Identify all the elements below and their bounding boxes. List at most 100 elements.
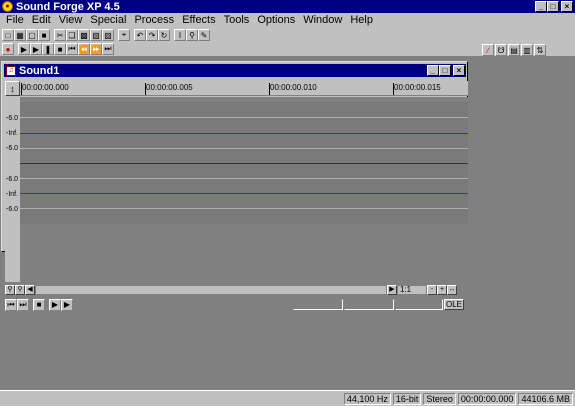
menu-view[interactable]: View bbox=[55, 14, 87, 26]
level-scale: -6.0 -Inf. -6.0 -6.0 -Inf. -6.0 bbox=[5, 97, 20, 282]
ruler-cursor-icon[interactable]: ↕ bbox=[5, 81, 20, 96]
edit-tool-icon[interactable]: I bbox=[174, 29, 186, 41]
zoom-ratio: 1:1 bbox=[397, 285, 427, 295]
doc-maximize-button[interactable]: □ bbox=[439, 65, 451, 76]
doc-close-button[interactable]: × bbox=[453, 65, 465, 76]
standard-toolbar: □ ▦ ▢ ■ ✂ ❏ ▩ ▧ ▨ ⌖ ↶ ↷ ↻ I ⚲ ✎ bbox=[2, 28, 210, 42]
menu-file[interactable]: File bbox=[2, 14, 28, 26]
go-to-end-icon[interactable]: ⏭ bbox=[102, 43, 114, 55]
mixer-view-icon[interactable]: ▥ bbox=[521, 44, 533, 56]
menu-effects[interactable]: Effects bbox=[178, 14, 219, 26]
horizontal-scroll-area: ⚲ ⚲ ◀ ▶ 1:1 - + ↔ bbox=[5, 285, 468, 295]
minimize-button[interactable]: _ bbox=[535, 1, 547, 12]
window-go-to-start-icon[interactable]: ⏮ bbox=[5, 298, 17, 311]
menu-process[interactable]: Process bbox=[130, 14, 178, 26]
menu-tools[interactable]: Tools bbox=[220, 14, 254, 26]
forward-icon[interactable]: ⏩ bbox=[90, 43, 102, 55]
app-title: Sound Forge XP 4.5 bbox=[16, 0, 120, 13]
app-logo-icon: ● bbox=[2, 1, 13, 12]
window-go-to-end-icon[interactable]: ⏭ bbox=[17, 298, 29, 311]
restore-button[interactable]: □ bbox=[547, 1, 559, 12]
blank-doc-icon[interactable]: ▢ bbox=[26, 29, 38, 41]
mix-icon[interactable]: ▧ bbox=[90, 29, 102, 41]
window-play-icon[interactable]: ▶ bbox=[49, 298, 61, 311]
pencil-tool-icon[interactable]: ✎ bbox=[198, 29, 210, 41]
marker-view-icon[interactable]: ⇅ bbox=[534, 44, 546, 56]
menu-help[interactable]: Help bbox=[346, 14, 377, 26]
gridline bbox=[20, 117, 468, 118]
transport-toolbar: ● ▶ ▶ ❚ ■ ⏮ ⏪ ⏩ ⏭ bbox=[2, 42, 114, 56]
crop-icon[interactable]: ⌖ bbox=[118, 29, 130, 41]
close-button[interactable]: × bbox=[561, 1, 573, 12]
sound-window-titlebar[interactable]: ♫ Sound1 _ □ × bbox=[4, 64, 466, 77]
window-transport: ⏮ ⏭ ■ ▶ ▶ OLE bbox=[5, 298, 467, 311]
paste-icon[interactable]: ▩ bbox=[78, 29, 90, 41]
scroll-left-icon[interactable]: ◀ bbox=[25, 285, 35, 295]
scale-label: -6.0 bbox=[6, 176, 19, 183]
menu-special[interactable]: Special bbox=[86, 14, 130, 26]
status-bar: 44,100 Hz 16-bit Stereo 00:00:00.000 441… bbox=[0, 390, 575, 406]
left-channel[interactable] bbox=[20, 102, 468, 162]
cut-icon[interactable]: ✂ bbox=[54, 29, 66, 41]
sound-file-icon: ♫ bbox=[6, 65, 16, 76]
selection-length-field bbox=[395, 299, 443, 310]
zoom-full-icon[interactable]: ↔ bbox=[447, 285, 457, 295]
right-channel[interactable] bbox=[20, 164, 468, 224]
repeat-icon[interactable]: ↻ bbox=[158, 29, 170, 41]
save-disk-icon[interactable]: ■ bbox=[38, 29, 50, 41]
gridline bbox=[20, 208, 468, 209]
ruler-label: 00:00:00.010 bbox=[269, 83, 317, 95]
stop-icon[interactable]: ■ bbox=[54, 43, 66, 55]
undo-icon[interactable]: ↶ bbox=[134, 29, 146, 41]
scale-label: -6.0 bbox=[6, 115, 19, 122]
record-icon[interactable]: ● bbox=[2, 43, 14, 55]
ole-button[interactable]: OLE bbox=[444, 299, 464, 310]
sound-window: ♫ Sound1 _ □ × ↕ 00:00:00.000 00:00:00.0… bbox=[1, 61, 468, 311]
menu-options[interactable]: Options bbox=[253, 14, 299, 26]
waveform-view-icon[interactable]: ∕ bbox=[482, 44, 494, 56]
zoom-out-icon[interactable]: ⚲ bbox=[15, 285, 25, 295]
play-icon[interactable]: ▶ bbox=[30, 43, 42, 55]
doc-minimize-button[interactable]: _ bbox=[427, 65, 439, 76]
window-stop-icon[interactable]: ■ bbox=[33, 298, 45, 311]
app-titlebar[interactable]: ● Sound Forge XP 4.5 _ □ × bbox=[0, 0, 575, 13]
scale-label: -6.0 bbox=[6, 145, 19, 152]
menu-edit[interactable]: Edit bbox=[28, 14, 55, 26]
status-free-space: 44106.6 MB bbox=[518, 392, 573, 405]
scale-label: -Inf. bbox=[6, 130, 19, 137]
menu-bar: File Edit View Special Process Effects T… bbox=[0, 13, 575, 27]
redo-icon[interactable]: ↷ bbox=[146, 29, 158, 41]
selection-start-field bbox=[293, 299, 343, 310]
gridline bbox=[20, 148, 468, 149]
zoom-ratio-up-icon[interactable]: + bbox=[437, 285, 447, 295]
ruler-label: 00:00:00.000 bbox=[21, 83, 69, 95]
play-all-icon[interactable]: ▶ bbox=[18, 43, 30, 55]
copy-icon[interactable]: ❏ bbox=[66, 29, 78, 41]
status-sample-rate: 44,100 Hz bbox=[343, 392, 391, 405]
paste-new-icon[interactable]: ▨ bbox=[102, 29, 114, 41]
rewind-icon[interactable]: ⏪ bbox=[78, 43, 90, 55]
zoom-ratio-down-icon[interactable]: - bbox=[427, 285, 437, 295]
scroll-right-icon[interactable]: ▶ bbox=[387, 285, 397, 295]
ruler-label: 00:00:00.015 bbox=[393, 83, 441, 95]
magnify-tool-icon[interactable]: ⚲ bbox=[186, 29, 198, 41]
sound-window-title: Sound1 bbox=[19, 64, 60, 77]
scale-label: -Inf. bbox=[6, 191, 19, 198]
status-position: 00:00:00.000 bbox=[457, 392, 517, 405]
left-channel-center bbox=[20, 133, 468, 134]
regions-view-icon[interactable]: ▤ bbox=[508, 44, 520, 56]
pause-icon[interactable]: ❚ bbox=[42, 43, 54, 55]
right-channel-center bbox=[20, 193, 468, 194]
menu-window[interactable]: Window bbox=[299, 14, 346, 26]
time-ruler[interactable]: 00:00:00.000 00:00:00.005 00:00:00.010 0… bbox=[20, 81, 468, 96]
open-folder-icon[interactable]: ▦ bbox=[14, 29, 26, 41]
go-to-start-icon[interactable]: ⏮ bbox=[66, 43, 78, 55]
ruler-label: 00:00:00.005 bbox=[145, 83, 193, 95]
waveform-area[interactable] bbox=[20, 97, 468, 282]
loop-view-icon[interactable]: ☋ bbox=[495, 44, 507, 56]
new-file-icon[interactable]: □ bbox=[2, 29, 14, 41]
view-toolbar: ∕ ☋ ▤ ▥ ⇅ bbox=[482, 43, 546, 57]
horizontal-scrollbar[interactable] bbox=[35, 285, 387, 295]
zoom-in-icon[interactable]: ⚲ bbox=[5, 285, 15, 295]
window-play-all-icon[interactable]: ▶ bbox=[61, 298, 73, 311]
